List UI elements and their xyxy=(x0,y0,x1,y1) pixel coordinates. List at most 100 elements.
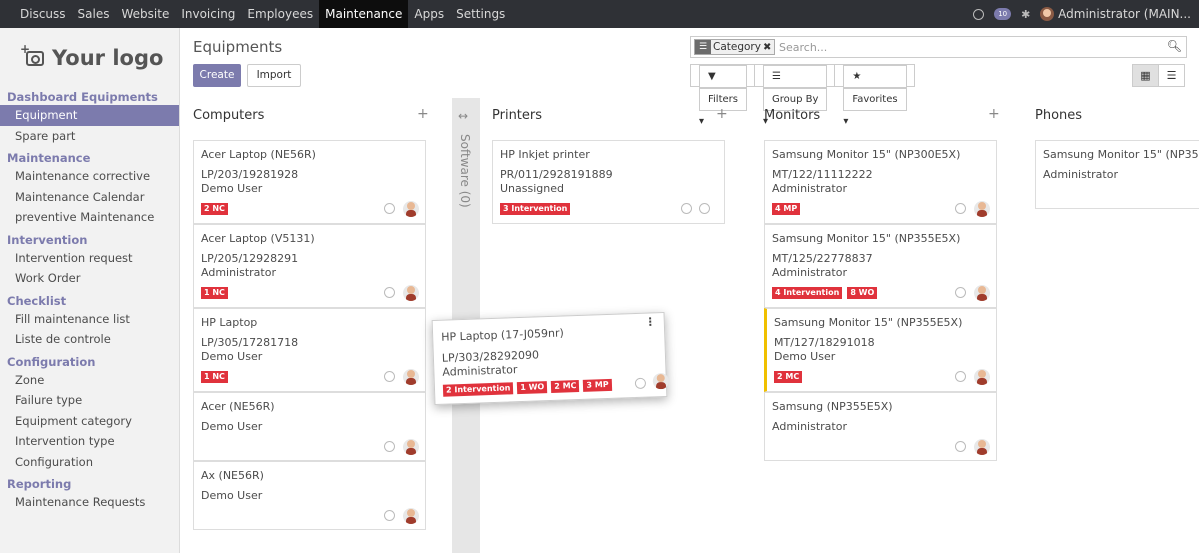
search-input[interactable]: Search... xyxy=(779,41,827,54)
card-tag: 2 MC xyxy=(774,371,803,383)
kanban-view-icon[interactable]: ▦ xyxy=(1132,64,1159,87)
expand-arrow-icon[interactable]: ↔ xyxy=(458,109,468,123)
card-title: Samsung Monitor 15" (NP355E5X) xyxy=(774,316,963,329)
bug-icon[interactable]: ✱ xyxy=(1021,8,1030,21)
sidebar-item-equipment-category[interactable]: Equipment category xyxy=(0,411,179,432)
menu-discuss[interactable]: Discuss xyxy=(14,0,72,28)
remove-facet-icon[interactable]: ✖ xyxy=(763,42,774,53)
filters-button[interactable]: ▼ Filters ▾ xyxy=(690,64,755,127)
card-user: Demo User xyxy=(774,350,836,363)
column-title: Computers xyxy=(193,108,265,123)
import-button[interactable]: Import xyxy=(247,64,301,87)
section-dashboard[interactable]: Dashboard Equipments xyxy=(0,90,179,105)
card-title: Samsung (NP355E5X) xyxy=(772,400,893,413)
camera-icon xyxy=(699,203,710,214)
card-menu-icon[interactable]: ⋮ xyxy=(645,315,656,328)
kanban-card[interactable]: Samsung Monitor 15" (NP355E5X) MT/125/22… xyxy=(764,224,997,308)
menu-maintenance[interactable]: Maintenance xyxy=(319,0,409,28)
section-intervention[interactable]: Intervention xyxy=(0,233,179,248)
sidebar-item-configuration[interactable]: Configuration xyxy=(0,452,179,473)
facet-label: Category xyxy=(713,41,761,53)
dragged-kanban-card[interactable]: ⋮ HP Laptop (17-J059nr) LP/303/28292090 … xyxy=(431,311,670,406)
clock-icon[interactable] xyxy=(955,287,966,298)
sidebar-item-zone[interactable]: Zone xyxy=(0,370,179,391)
kanban-card[interactable]: HP Inkjet printer PR/011/2928191889 Unas… xyxy=(492,140,725,224)
clock-icon[interactable] xyxy=(384,441,395,452)
sidebar-item-maintenance-calendar[interactable]: Maintenance Calendar xyxy=(0,187,179,208)
card-title: Samsung Monitor 15" (NP300E5X) xyxy=(772,148,961,161)
user-name: Administrator (MAIN... xyxy=(1058,6,1191,21)
card-ref: MT/122/11112222 xyxy=(772,168,873,181)
kanban-card[interactable]: Acer Laptop (V5131) LP/205/12928291 Admi… xyxy=(193,224,426,308)
create-button[interactable]: Create xyxy=(193,64,241,87)
user-menu[interactable]: Administrator (MAIN... xyxy=(1040,7,1191,22)
kanban-column-phones: Phones Samsung Monitor 15" (NP355E Admin… xyxy=(1035,98,1199,553)
kanban-card[interactable]: Samsung (NP355E5X) Administrator xyxy=(764,392,997,461)
search-icon[interactable]: 🔍︎ xyxy=(1167,39,1182,53)
sidebar-item-liste-de-controle[interactable]: Liste de controle xyxy=(0,329,179,350)
menu-settings[interactable]: Settings xyxy=(450,0,511,28)
sidebar-item-intervention-type[interactable]: Intervention type xyxy=(0,431,179,452)
search-bar[interactable]: ☰ Category ✖ Search... 🔍︎ xyxy=(690,36,1187,58)
kanban-card[interactable]: Samsung Monitor 15" (NP355E Administrato… xyxy=(1035,140,1199,209)
clock-icon[interactable] xyxy=(955,441,966,452)
sidebar-item-fill-maintenance-list[interactable]: Fill maintenance list xyxy=(0,309,179,330)
section-reporting[interactable]: Reporting xyxy=(0,477,179,492)
sidebar-item-maintenance-requests[interactable]: Maintenance Requests xyxy=(0,492,179,513)
kanban-card[interactable]: Samsung Monitor 15" (NP355E5X) MT/127/18… xyxy=(764,308,997,392)
sidebar: Your logo Dashboard Equipments Equipment… xyxy=(0,28,180,553)
sidebar-item-spare-part[interactable]: Spare part xyxy=(0,126,179,147)
sidebar-item-intervention-request[interactable]: Intervention request xyxy=(0,248,179,269)
kanban-card[interactable]: Acer (NE56R) Demo User xyxy=(193,392,426,461)
clock-icon[interactable] xyxy=(384,287,395,298)
chat-badge[interactable]: 10 xyxy=(994,8,1012,20)
avatar xyxy=(403,285,419,301)
star-icon: ★ xyxy=(843,65,907,88)
kanban-card[interactable]: Samsung Monitor 15" (NP300E5X) MT/122/11… xyxy=(764,140,997,224)
card-title: Acer (NE56R) xyxy=(201,400,275,413)
card-title: Acer Laptop (V5131) xyxy=(201,232,315,245)
section-checklist[interactable]: Checklist xyxy=(0,294,179,309)
clock-icon[interactable] xyxy=(955,203,966,214)
menu-sales[interactable]: Sales xyxy=(72,0,116,28)
kanban-column-computers: Computers + Acer Laptop (NE56R) LP/203/1… xyxy=(193,98,429,553)
card-tag: 3 Intervention xyxy=(500,203,571,215)
sidebar-item-failure-type[interactable]: Failure type xyxy=(0,390,179,411)
kanban-card[interactable]: HP Laptop LP/305/17281718 Demo User 1 NC xyxy=(193,308,426,392)
clock-icon[interactable] xyxy=(681,203,692,214)
menu-apps[interactable]: Apps xyxy=(408,0,450,28)
clock-icon[interactable] xyxy=(384,371,395,382)
menu-invoicing[interactable]: Invoicing xyxy=(175,0,241,28)
add-card-icon[interactable]: + xyxy=(988,106,1000,122)
kanban-card[interactable]: Acer Laptop (NE56R) LP/203/19281928 Demo… xyxy=(193,140,426,224)
section-configuration[interactable]: Configuration xyxy=(0,355,179,370)
clock-icon[interactable] xyxy=(634,377,647,390)
menu-website[interactable]: Website xyxy=(116,0,176,28)
card-user: Administrator xyxy=(442,363,518,379)
clock-icon[interactable] xyxy=(384,203,395,214)
sidebar-item-work-order[interactable]: Work Order xyxy=(0,268,179,289)
sidebar-item-equipment[interactable]: Equipment xyxy=(0,105,179,126)
card-user: Demo User xyxy=(201,350,263,363)
section-maintenance[interactable]: Maintenance xyxy=(0,151,179,166)
sidebar-menu: Dashboard Equipments Equipment Spare par… xyxy=(0,90,179,513)
kanban-card[interactable]: Ax (NE56R) Demo User xyxy=(193,461,426,530)
favorites-button[interactable]: ★ Favorites ▾ xyxy=(834,64,915,127)
add-card-icon[interactable]: + xyxy=(716,106,728,122)
add-card-icon[interactable]: + xyxy=(417,106,429,122)
menu-employees[interactable]: Employees xyxy=(241,0,319,28)
company-logo[interactable]: Your logo xyxy=(20,42,163,71)
search-facet[interactable]: ☰ Category ✖ xyxy=(694,39,776,55)
group-by-button[interactable]: ☰ Group By ▾ xyxy=(753,64,836,127)
list-view-icon[interactable]: ☰ xyxy=(1158,64,1185,87)
clock-icon[interactable] xyxy=(384,510,395,521)
avatar xyxy=(974,439,990,455)
card-title: HP Inkjet printer xyxy=(500,148,590,161)
avatar xyxy=(974,285,990,301)
card-ref: LP/203/19281928 xyxy=(201,168,299,181)
status-circle-icon[interactable] xyxy=(973,8,985,20)
sidebar-item-preventive-maintenance[interactable]: preventive Maintenance xyxy=(0,207,179,228)
clock-icon[interactable] xyxy=(955,371,966,382)
card-tag: 1 NC xyxy=(201,371,228,383)
sidebar-item-maintenance-corrective[interactable]: Maintenance corrective xyxy=(0,166,179,187)
